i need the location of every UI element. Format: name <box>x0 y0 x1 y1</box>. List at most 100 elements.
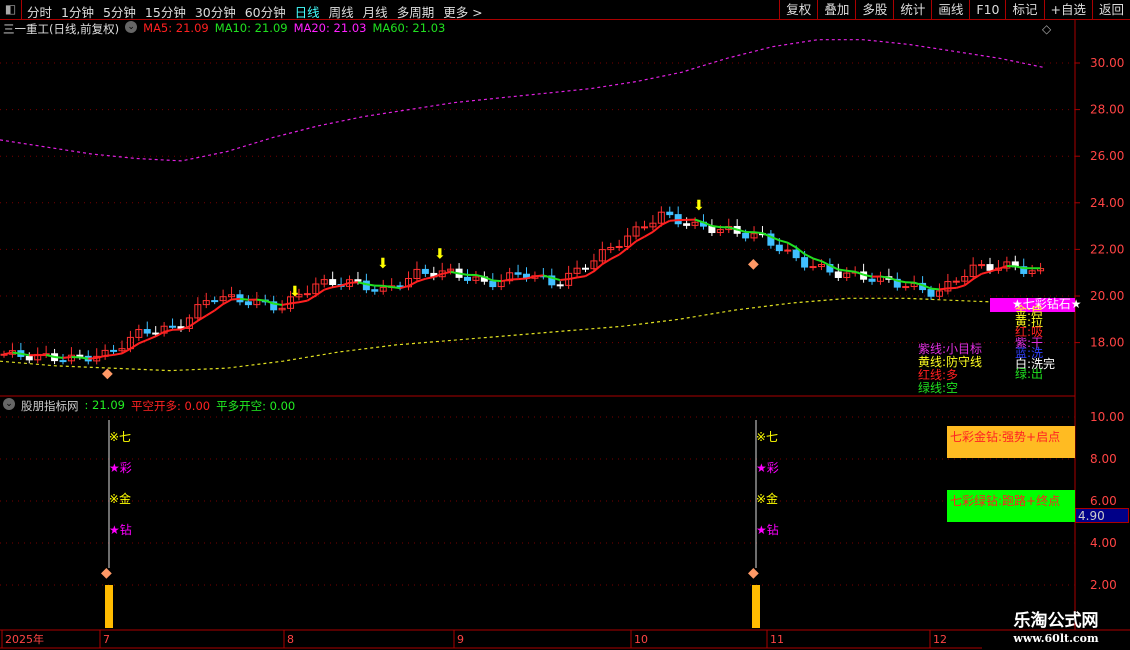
trend-line <box>79 356 89 360</box>
trend-line <box>584 270 595 277</box>
trend-line <box>560 278 569 282</box>
watermark-url: www.60lt.com <box>982 632 1130 650</box>
color-legend: 金:启 黄:拉 红:吸 紫:干 蓝:洗 白:洗完 绿:出 <box>1015 305 1055 381</box>
signal-char: ★彩 <box>756 461 779 475</box>
trend-line <box>281 302 291 306</box>
candle <box>978 264 986 267</box>
date-tick: 2025年 <box>5 632 44 646</box>
candle <box>371 289 379 292</box>
trend-line <box>214 303 224 312</box>
trend-line <box>964 278 974 287</box>
candle <box>902 286 910 289</box>
trend-line <box>534 274 544 278</box>
trend-line <box>930 287 940 291</box>
candle <box>169 325 177 328</box>
trend-line <box>711 225 721 229</box>
line-legend: 紫线:小目标 黄线:防守线 红线:多 绿线:空 <box>918 343 982 395</box>
candle <box>514 272 522 275</box>
candle <box>986 264 994 271</box>
candle <box>244 301 252 306</box>
candle <box>834 271 842 278</box>
diamond-icon: ◆ <box>748 256 759 272</box>
trend-line <box>205 309 216 317</box>
legend-item: 绿:出 <box>1015 367 1044 381</box>
arrow-down-icon: ⬇ <box>377 256 389 272</box>
trend-line <box>509 278 519 281</box>
trend-line <box>458 272 468 276</box>
trend-line <box>105 353 114 357</box>
trend-line <box>753 231 763 235</box>
trend-line <box>146 335 157 341</box>
price-tick: 20.00 <box>1090 289 1124 303</box>
trend-line <box>366 283 375 287</box>
trend-line <box>442 270 451 275</box>
trend-line <box>779 239 789 244</box>
current-value-label: 4.90 <box>1075 508 1129 523</box>
arrow-down-icon: ⬇ <box>434 247 446 263</box>
candle <box>464 276 472 281</box>
candle <box>640 226 648 229</box>
trend-line <box>383 284 392 289</box>
candle <box>615 245 623 248</box>
trend-line <box>138 338 148 345</box>
date-tick: 10 <box>634 633 648 646</box>
candle <box>25 355 33 361</box>
trend-line <box>576 275 586 279</box>
signal-char: ※金 <box>756 491 778 506</box>
candle <box>421 268 429 274</box>
kline-chart[interactable]: 30.00 28.00 26.00 24.00 22.00 20.00 18.00 10.00… <box>0 0 1130 650</box>
signal-char: ★钻 <box>756 522 779 537</box>
trend-line <box>332 284 342 289</box>
price-tick: 18.00 <box>1090 336 1124 350</box>
sub-tick: 10.00 <box>1090 410 1124 424</box>
sub-tick: 8.00 <box>1090 452 1117 466</box>
trend-line <box>12 351 22 355</box>
trend-line <box>256 298 266 302</box>
trend-line <box>939 287 948 291</box>
trend-line <box>956 284 966 289</box>
trend-line <box>163 328 173 333</box>
date-tick: 12 <box>933 633 947 646</box>
trend-line <box>652 224 662 233</box>
signal-bar <box>752 585 760 628</box>
candle <box>59 360 67 363</box>
diamond-icon: ◆ <box>101 565 112 581</box>
trend-line <box>635 235 645 243</box>
trend-line <box>323 286 333 291</box>
candle <box>581 267 589 270</box>
price-tick: 28.00 <box>1090 103 1124 117</box>
sub-tick: 2.00 <box>1090 578 1117 592</box>
legend-item: 绿线:空 <box>918 381 959 395</box>
candle <box>801 257 809 268</box>
trend-line <box>888 276 898 282</box>
trend-line <box>838 268 847 272</box>
candle <box>489 280 497 288</box>
arrow-down-icon: ⬇ <box>693 198 705 214</box>
candle <box>143 329 151 334</box>
trend-line <box>273 302 283 306</box>
candle <box>784 249 792 252</box>
trend-line <box>188 319 199 328</box>
candle <box>927 289 935 297</box>
candle <box>556 284 564 287</box>
signal-char: ※七 <box>109 430 131 444</box>
candle <box>742 232 750 239</box>
trend-line <box>290 301 300 305</box>
trend-line <box>425 275 435 280</box>
trend-line <box>812 257 822 263</box>
trend-line <box>618 247 629 256</box>
trend-line <box>568 276 578 281</box>
candle <box>211 300 219 303</box>
gold-diamond-box: 七彩金钻:强势+启点 <box>947 426 1075 458</box>
candle <box>952 280 960 283</box>
trend-line <box>880 275 890 279</box>
candle <box>683 223 691 226</box>
date-tick: 8 <box>287 633 294 646</box>
price-tick: 26.00 <box>1090 149 1124 163</box>
watermark-name: 乐淘公式网 <box>1013 611 1099 631</box>
date-tick: 7 <box>103 633 110 646</box>
candle <box>775 244 783 252</box>
trend-line <box>349 281 359 284</box>
trend-line <box>627 240 637 249</box>
trend-line <box>846 269 856 273</box>
